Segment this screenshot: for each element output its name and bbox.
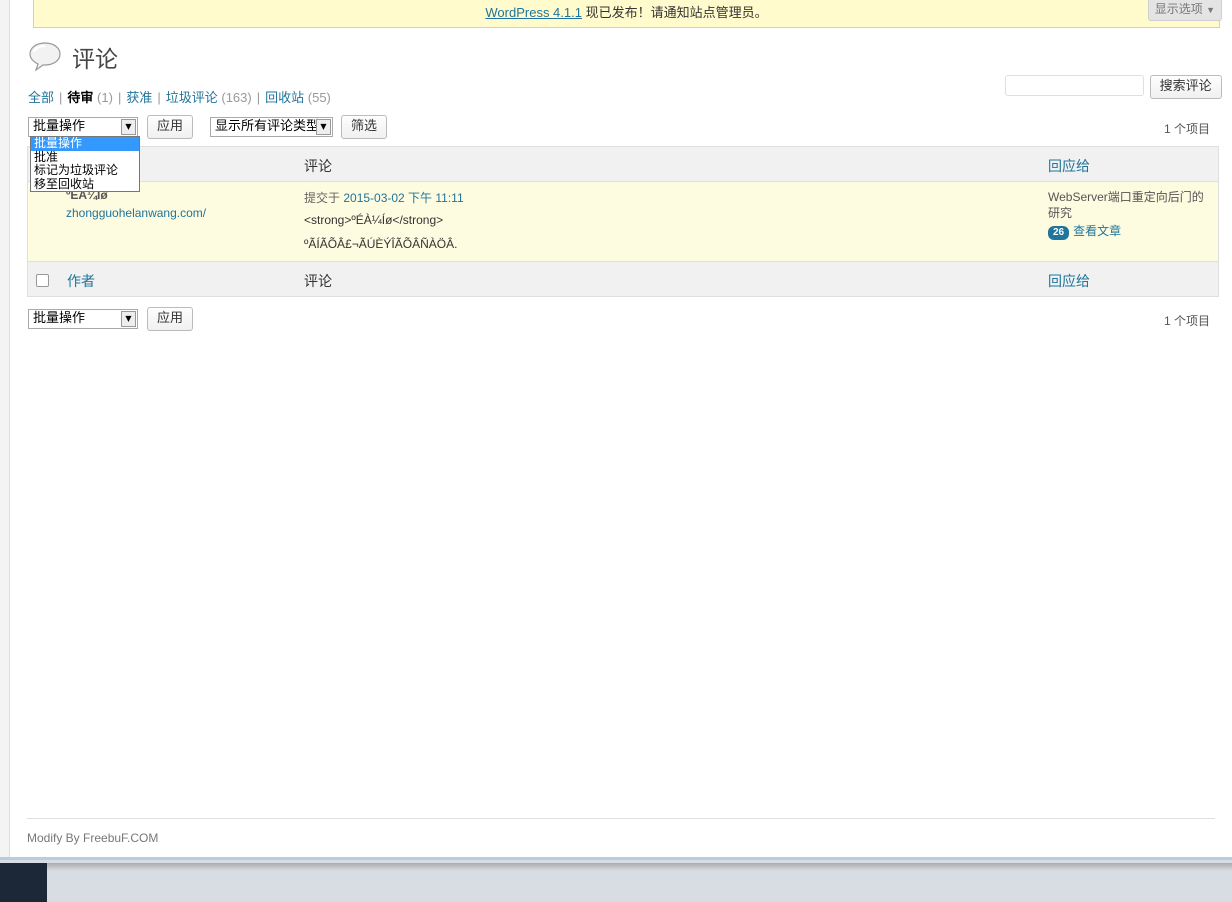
admin-left-edge — [0, 0, 10, 860]
bulk-option-bulk[interactable]: 批量操作 — [31, 136, 139, 151]
taskbar-strip — [47, 863, 1232, 871]
table-row: ºÉÀ¼Íø zhongguohelanwang.com/ 提交于 2015-0… — [28, 182, 1218, 261]
comments-icon — [29, 42, 61, 72]
displaying-count-bottom: 1 个项目 — [1163, 314, 1210, 328]
comment-status-filters: 全部 | 待审 (1) | 获准 | 垃圾评论 (163) | 回收站 (55) — [28, 90, 331, 105]
comment-author-url[interactable]: zhongguohelanwang.com/ — [66, 206, 206, 220]
filter-spam[interactable]: 垃圾评论 — [166, 90, 218, 105]
os-taskbar — [0, 857, 1232, 902]
comment-count-badge[interactable]: 26 — [1048, 226, 1070, 240]
bulk-action-selected: 批量操作 — [33, 119, 86, 134]
bulk-action-dropdown: 批量操作 批准 标记为垃圾评论 移至回收站 — [30, 136, 140, 192]
comment-text-line-1: <strong>ºÉÀ¼Íø</strong> — [304, 213, 444, 227]
footer-divider — [27, 818, 1215, 819]
filter-pending-count: (1) — [97, 90, 113, 105]
filter-spam-count: (163) — [221, 90, 252, 105]
dropdown-arrow-icon: ▼ — [316, 119, 331, 135]
displaying-count-top: 1 个项目 — [1163, 122, 1210, 136]
screen-options-label: 显示选项 — [1154, 2, 1203, 16]
filter-pending[interactable]: 待审 — [67, 90, 93, 105]
apply-button-bottom[interactable]: 应用 — [147, 307, 194, 331]
search-input[interactable] — [1005, 75, 1144, 96]
table-footer: 作者 评论 回应给 — [28, 261, 1218, 296]
page-title: 评论 — [72, 47, 118, 73]
bulk-action-select-top[interactable]: 批量操作 ▼ — [28, 117, 138, 137]
screen-options-button[interactable]: 显示选项 ▼ — [1147, 0, 1222, 21]
footer-credit: Modify By FreebuF.COM — [27, 831, 159, 845]
bulk-option-trash[interactable]: 移至回收站 — [31, 177, 139, 192]
start-button[interactable] — [0, 863, 47, 902]
search-comments-button[interactable]: 搜索评论 — [1149, 75, 1222, 99]
chevron-down-icon: ▼ — [1206, 5, 1215, 15]
filter-button[interactable]: 筛选 — [341, 115, 388, 139]
search-box: 搜索评论 — [1005, 75, 1222, 99]
filter-trash[interactable]: 回收站 — [265, 90, 304, 105]
update-notice: WordPress 4.1.1 现已发布！请通知站点管理员。 — [33, 0, 1220, 28]
update-link[interactable]: WordPress 4.1.1 — [485, 5, 582, 20]
comment-type-select[interactable]: 显示所有评论类型 ▼ — [210, 117, 333, 137]
column-response[interactable]: 回应给 — [1048, 156, 1090, 176]
comments-table: 作者 评论 回应给 ºÉÀ¼Íø zhongguohelanwang.com/ … — [27, 146, 1219, 297]
response-post-title: WebServer端口重定向后门的研究 — [1048, 190, 1204, 220]
comment-type-selected: 显示所有评论类型 — [215, 119, 320, 134]
response-post-actions: 26 查看文章 — [1048, 222, 1121, 240]
select-all-checkbox-footer[interactable] — [36, 274, 49, 287]
bulk-option-spam[interactable]: 标记为垃圾评论 — [31, 163, 139, 178]
dropdown-arrow-icon: ▼ — [121, 311, 136, 327]
bulk-action-selected-bottom: 批量操作 — [33, 311, 86, 326]
comment-text-line-2: ºÃÍÃÕÂ£¬ÃÚÈÝÎÃÕÂÑÀÖÂ. — [304, 237, 458, 251]
bulk-action-select-bottom[interactable]: 批量操作 ▼ — [28, 309, 138, 329]
table-header: 作者 评论 回应给 — [28, 147, 1218, 182]
column-author-footer[interactable]: 作者 — [67, 271, 95, 291]
apply-button-top[interactable]: 应用 — [147, 115, 194, 139]
filter-approved[interactable]: 获准 — [126, 90, 152, 105]
view-post-link[interactable]: 查看文章 — [1073, 224, 1121, 238]
comment-date-link[interactable]: 2015-03-02 下午 11:11 — [343, 191, 463, 205]
filter-all[interactable]: 全部 — [28, 90, 54, 105]
filter-trash-count: (55) — [307, 90, 331, 105]
bulk-option-approve[interactable]: 批准 — [31, 150, 139, 165]
column-response-footer[interactable]: 回应给 — [1048, 271, 1090, 291]
column-comment-footer: 评论 — [304, 274, 332, 290]
submitted-label: 提交于 2015-03-02 下午 11:11 — [304, 191, 464, 205]
column-comment: 评论 — [304, 159, 332, 175]
update-notice-text: 现已发布！请通知站点管理员。 — [581, 5, 768, 20]
dropdown-arrow-icon: ▼ — [121, 119, 136, 135]
